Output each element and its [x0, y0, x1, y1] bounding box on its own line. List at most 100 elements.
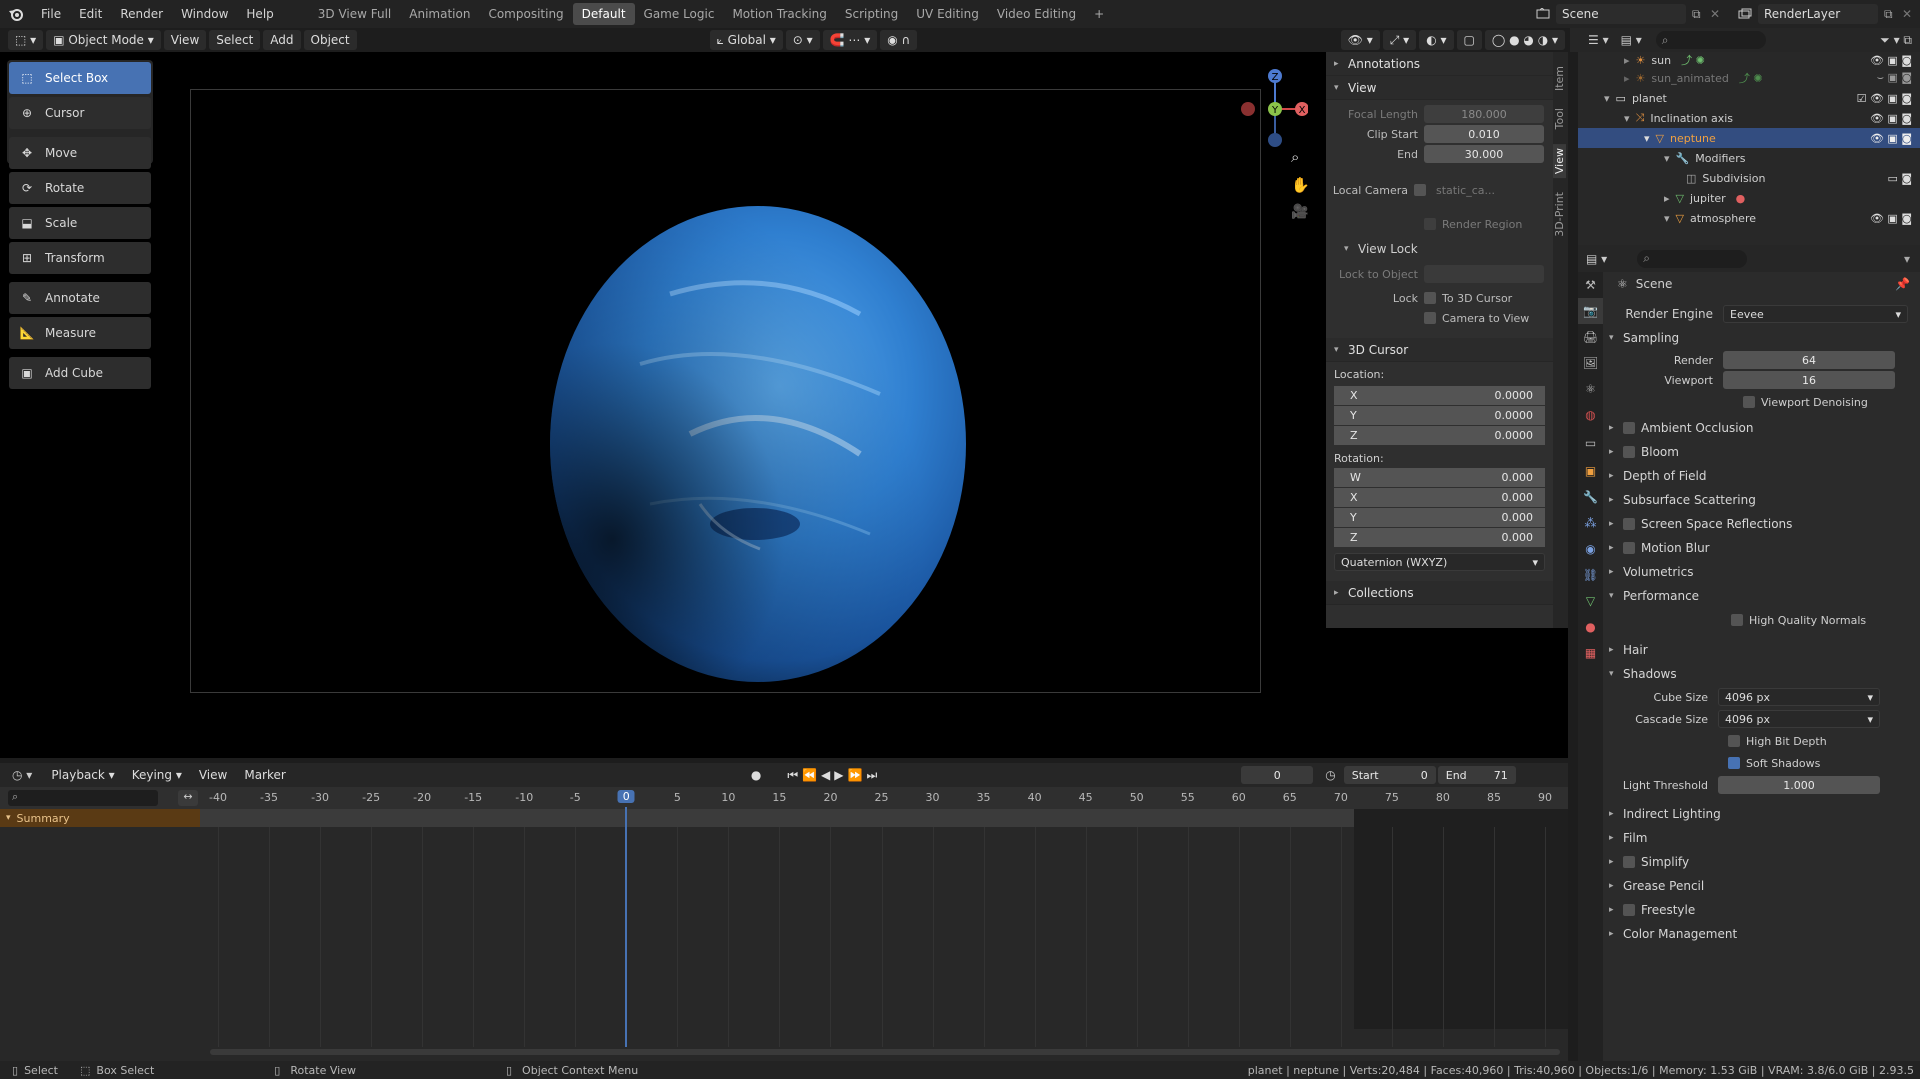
scene-selector[interactable]: Scene: [1556, 4, 1686, 24]
pin-icon[interactable]: 📌: [1895, 277, 1910, 291]
cursor-rot-z[interactable]: Z 0.000: [1334, 528, 1545, 547]
section-enable-checkbox[interactable]: [1623, 422, 1635, 434]
section-bloom[interactable]: ▸ Bloom: [1603, 440, 1920, 464]
view-layer-icon[interactable]: [1732, 8, 1758, 20]
outliner-row-planet[interactable]: ▾ ▭ planet ☑ 👁 ▣ ◙: [1578, 88, 1920, 108]
hair-header[interactable]: ▸ Hair: [1603, 638, 1920, 662]
tab-view[interactable]: View: [1553, 144, 1566, 179]
outliner-editor-icon[interactable]: ☰ ▾: [1588, 33, 1609, 47]
view-lock-header[interactable]: ▾ View Lock: [1326, 234, 1553, 264]
high-bit-depth-checkbox[interactable]: [1728, 735, 1740, 747]
section-enable-checkbox[interactable]: [1623, 856, 1635, 868]
neptune-planet[interactable]: [540, 204, 980, 684]
outliner-row-subdivision[interactable]: ◫ Subdivision ▭ ◙: [1578, 168, 1920, 188]
cursor-rot-y[interactable]: Y 0.000: [1334, 508, 1545, 527]
outliner-row-inclination-axis[interactable]: ▾ ⤨ Inclination axis 👁 ▣ ◙: [1578, 108, 1920, 128]
render-tab-icon[interactable]: 📷: [1578, 298, 1603, 324]
shadows-header[interactable]: ▾ Shadows: [1603, 662, 1920, 686]
section-simplify[interactable]: ▸ Simplify: [1603, 850, 1920, 874]
section-motion-blur[interactable]: ▸ Motion Blur: [1603, 536, 1920, 560]
local-camera-checkbox[interactable]: [1414, 184, 1426, 196]
clip-start-field[interactable]: 0.010: [1424, 125, 1544, 143]
section-screen-space-reflections[interactable]: ▸ Screen Space Reflections: [1603, 512, 1920, 536]
tab-video-editing[interactable]: Video Editing: [988, 3, 1085, 25]
orientation-dropdown[interactable]: ⟀ Global ▾: [709, 30, 783, 50]
menu-select[interactable]: Select: [209, 30, 261, 50]
pivot-icon[interactable]: ⊙ ▾: [785, 30, 820, 50]
tab-animation[interactable]: Animation: [400, 3, 479, 25]
collections-header[interactable]: ▸ Collections: [1326, 581, 1553, 605]
viewport-denoising-checkbox[interactable]: [1743, 396, 1755, 408]
viewport-samples-field[interactable]: 16: [1723, 371, 1895, 389]
menu-view[interactable]: View: [163, 30, 207, 50]
blender-logo-icon[interactable]: [0, 7, 32, 21]
physics-tab-icon[interactable]: ◉: [1578, 536, 1603, 562]
playhead[interactable]: [625, 807, 628, 1047]
end-frame-field[interactable]: End 71: [1437, 766, 1516, 784]
menu-keying[interactable]: Keying ▾: [125, 765, 189, 785]
cube-size-dropdown[interactable]: 4096 px ▾: [1718, 688, 1880, 706]
pan-hand-icon[interactable]: ✋: [1291, 176, 1310, 194]
focal-length-field[interactable]: 180.000: [1424, 105, 1544, 123]
texture-tab-icon[interactable]: ▦: [1578, 640, 1603, 666]
view-layer-selector[interactable]: RenderLayer: [1758, 4, 1878, 24]
tool-select-box[interactable]: ⬚ Select Box: [9, 62, 151, 94]
record-icon[interactable]: ●: [751, 768, 761, 782]
soft-shadows-checkbox[interactable]: [1728, 757, 1740, 769]
tab-3d-print[interactable]: 3D-Print: [1553, 188, 1566, 241]
view-layer-tab-icon[interactable]: 🖼: [1578, 350, 1603, 376]
row-toggles[interactable]: 👁 ▣ ◙: [1870, 54, 1912, 67]
section-film[interactable]: ▸ Film: [1603, 826, 1920, 850]
section-enable-checkbox[interactable]: [1623, 542, 1635, 554]
scene-icon[interactable]: [1530, 8, 1556, 20]
modifier-tab-icon[interactable]: 🔧: [1578, 484, 1603, 510]
current-frame-field[interactable]: 0: [1241, 766, 1314, 784]
timeline[interactable]: ⌕ ↔ ▾ Summary -40 -35 -30 -25 -20 -15 -10 -5 0 5 10…: [0, 787, 1568, 1061]
tool-rotate[interactable]: ⟳ Rotate: [9, 172, 151, 204]
menu-object[interactable]: Object: [303, 30, 357, 50]
section-enable-checkbox[interactable]: [1623, 518, 1635, 530]
visibility-icon[interactable]: 👁 ▾: [1340, 30, 1380, 50]
section-grease-pencil[interactable]: ▸ Grease Pencil: [1603, 874, 1920, 898]
snap-icon[interactable]: 🧲 ⋯ ▾: [822, 30, 878, 50]
cursor-rot-w[interactable]: W 0.000: [1334, 468, 1545, 487]
menu-window[interactable]: Window: [172, 0, 237, 28]
outliner-search-input[interactable]: ⌕: [1655, 31, 1766, 49]
gizmo-toggle-icon[interactable]: ⤢ ▾: [1382, 30, 1417, 50]
camera-to-view-checkbox[interactable]: [1424, 312, 1436, 324]
tab-item[interactable]: Item: [1553, 62, 1566, 95]
section-ambient-occlusion[interactable]: ▸ Ambient Occlusion: [1603, 416, 1920, 440]
data-tab-icon[interactable]: ▽: [1578, 588, 1603, 614]
clock-icon[interactable]: ◷: [1325, 768, 1335, 782]
copy-scene-icon[interactable]: ⧉: [1692, 7, 1710, 22]
menu-timeline-view[interactable]: View: [192, 765, 234, 785]
cascade-size-dropdown[interactable]: 4096 px ▾: [1718, 710, 1880, 728]
add-workspace-icon[interactable]: +: [1085, 3, 1113, 25]
constraints-tab-icon[interactable]: ⛓: [1578, 562, 1603, 588]
proportional-edit-icon[interactable]: ◉ ∩: [880, 30, 918, 50]
copy-layer-icon[interactable]: ⧉: [1884, 7, 1902, 22]
menu-help[interactable]: Help: [237, 0, 282, 28]
performance-header[interactable]: ▾ Performance: [1603, 584, 1920, 608]
render-engine-dropdown[interactable]: Eevee ▾: [1723, 305, 1908, 323]
properties-editor-icon[interactable]: ▤ ▾: [1586, 252, 1607, 266]
high-quality-normals-checkbox[interactable]: [1731, 614, 1743, 626]
filter-icon[interactable]: ⏷ ▾ ⧉: [1880, 33, 1912, 48]
clip-end-field[interactable]: 30.000: [1424, 145, 1544, 163]
row-toggles[interactable]: 👁 ▣ ◙: [1870, 212, 1912, 225]
tab-3d-view-full[interactable]: 3D View Full: [309, 3, 401, 25]
collection-tab-icon[interactable]: ▭: [1578, 428, 1603, 458]
close-layer-icon[interactable]: ✕: [1902, 7, 1920, 21]
view-header[interactable]: ▾ View: [1326, 76, 1553, 100]
start-frame-field[interactable]: Start 0: [1343, 766, 1436, 784]
zoom-icon[interactable]: ⌕: [1291, 148, 1299, 166]
output-tab-icon[interactable]: 🖨: [1578, 324, 1603, 350]
tab-game-logic[interactable]: Game Logic: [635, 3, 724, 25]
scene-tab-icon[interactable]: ⚛: [1578, 376, 1603, 402]
tool-annotate[interactable]: ✎ Annotate: [9, 282, 151, 314]
timeline-editor-icon[interactable]: ◷ ▾: [12, 768, 32, 782]
tab-default[interactable]: Default: [572, 3, 635, 25]
row-toggles[interactable]: ⌣ ▣ ◙: [1877, 71, 1912, 85]
tool-tab-icon[interactable]: ⚒: [1578, 272, 1603, 298]
chevron-down-icon[interactable]: ▾: [1904, 252, 1910, 266]
